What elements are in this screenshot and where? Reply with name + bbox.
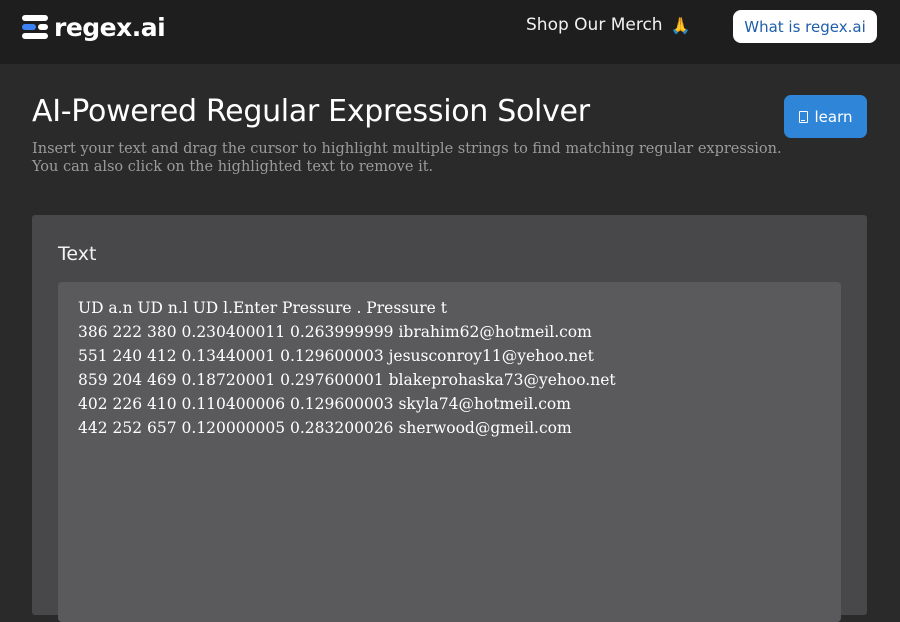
- logo-text: regex.ai: [54, 12, 166, 42]
- shop-merch-link[interactable]: Shop Our Merch 🙏: [526, 15, 691, 35]
- learn-button[interactable]: learn: [784, 95, 867, 138]
- book-icon: [798, 110, 808, 123]
- text-line[interactable]: 442 252 657 0.120000005 0.283200026 sher…: [78, 416, 821, 440]
- text-card: Text UD a.n UD n.l UD l.Enter Pressure .…: [32, 215, 867, 622]
- page-title: AI-Powered Regular Expression Solver: [32, 94, 590, 129]
- shop-merch-label: Shop Our Merch: [526, 15, 663, 35]
- logo[interactable]: regex.ai: [22, 12, 166, 42]
- what-is-regex-label: What is regex.ai: [744, 17, 866, 36]
- learn-button-label: learn: [814, 107, 853, 126]
- logo-icon: [22, 14, 48, 40]
- text-card-heading: Text: [58, 243, 97, 265]
- text-line[interactable]: 859 204 469 0.18720001 0.297600001 blake…: [78, 368, 821, 392]
- text-line[interactable]: 551 240 412 0.13440001 0.129600003 jesus…: [78, 344, 821, 368]
- text-line[interactable]: 386 222 380 0.230400011 0.263999999 ibra…: [78, 320, 821, 344]
- text-input-area[interactable]: UD a.n UD n.l UD l.Enter Pressure . Pres…: [58, 282, 841, 622]
- text-line[interactable]: 402 226 410 0.110400006 0.129600003 skyl…: [78, 392, 821, 416]
- what-is-regex-button[interactable]: What is regex.ai: [733, 10, 877, 43]
- praying-hands-icon: 🙏: [670, 15, 691, 35]
- subtitle-line-1: Insert your text and drag the cursor to …: [32, 141, 782, 157]
- top-navbar: regex.ai Shop Our Merch 🙏 What is regex.…: [0, 0, 900, 64]
- page-subtitle: Insert your text and drag the cursor to …: [32, 140, 792, 176]
- subtitle-line-2: You can also click on the highlighted te…: [32, 159, 434, 175]
- text-line[interactable]: UD a.n UD n.l UD l.Enter Pressure . Pres…: [78, 296, 821, 320]
